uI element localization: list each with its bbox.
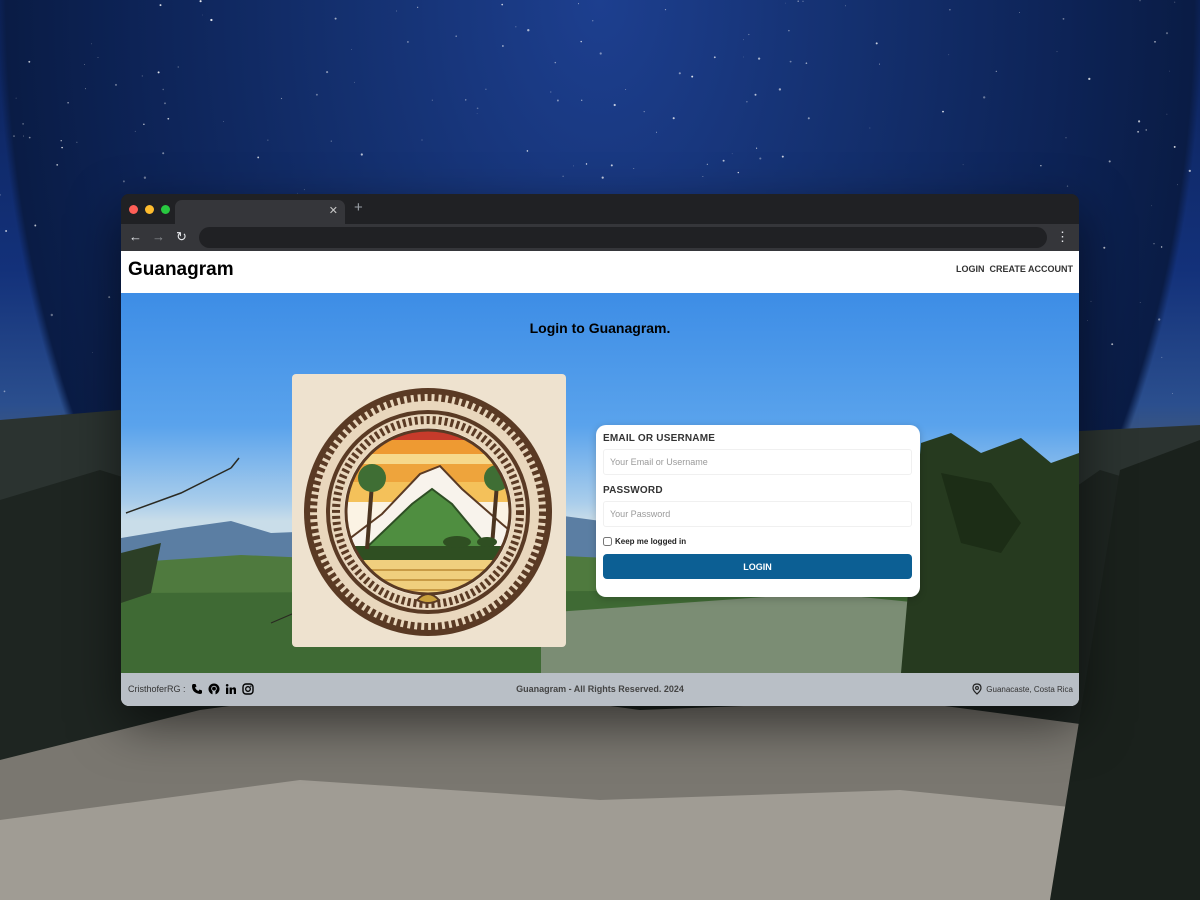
close-window-button[interactable]	[129, 205, 138, 214]
keep-logged-in-label: Keep me logged in	[615, 537, 687, 546]
password-label: PASSWORD	[603, 485, 663, 496]
site-navbar: Guanagram LOGIN CREATE ACCOUNT	[121, 251, 1079, 293]
browser-tab[interactable]: ✕	[175, 200, 345, 224]
browser-tab-bar: ✕ +	[121, 194, 1079, 224]
new-tab-icon[interactable]: +	[354, 199, 363, 216]
site-brand[interactable]: Guanagram	[128, 259, 234, 281]
keep-logged-in-checkbox[interactable]	[603, 537, 612, 546]
email-username-input[interactable]	[603, 449, 912, 475]
web-page: Guanagram LOGIN CREATE ACCOUNT Login to …	[121, 251, 1079, 706]
browser-menu-icon[interactable]: ⋮	[1056, 227, 1069, 247]
browser-toolbar: ← → ↻ ⋮	[121, 224, 1079, 251]
login-form: EMAIL OR USERNAME PASSWORD Keep me logge…	[596, 425, 920, 597]
login-button[interactable]: LOGIN	[603, 554, 912, 579]
address-bar[interactable]	[199, 227, 1047, 248]
maximize-window-button[interactable]	[161, 205, 170, 214]
guanagram-logo-image	[292, 374, 566, 647]
login-hero: Login to Guanagram. EMAIL OR USERNAME Yo…	[121, 293, 1079, 673]
site-footer: CristhoferRG : Guanagram - All Rights Re…	[121, 673, 1079, 706]
forward-arrow-icon[interactable]: →	[152, 227, 165, 247]
window-controls	[129, 205, 170, 214]
footer-copyright: Guanagram - All Rights Reserved. 2024	[516, 684, 684, 694]
login-title: Login to Guanagram.	[529, 320, 671, 336]
nav-create-account-link[interactable]: CREATE ACCOUNT	[990, 264, 1074, 274]
nav-links: LOGIN CREATE ACCOUNT	[956, 264, 1073, 274]
back-arrow-icon[interactable]: ←	[129, 227, 142, 247]
reload-icon[interactable]: ↻	[176, 227, 187, 247]
tab-close-icon[interactable]: ✕	[329, 204, 338, 218]
emblem-icon	[304, 388, 552, 636]
footer-location: Guanacaste, Costa Rica	[986, 684, 1073, 694]
location-pin-icon	[972, 683, 982, 695]
footer-location-block: Guanacaste, Costa Rica	[971, 683, 1073, 695]
password-input[interactable]	[603, 501, 912, 527]
email-label: EMAIL OR USERNAME	[603, 433, 716, 444]
nav-login-link[interactable]: LOGIN	[956, 264, 985, 274]
browser-window: ✕ + ← → ↻ ⋮ Guanagram LOGIN CREATE ACCOU…	[121, 194, 1079, 706]
keep-logged-in[interactable]: Keep me logged in	[603, 537, 913, 546]
minimize-window-button[interactable]	[145, 205, 154, 214]
